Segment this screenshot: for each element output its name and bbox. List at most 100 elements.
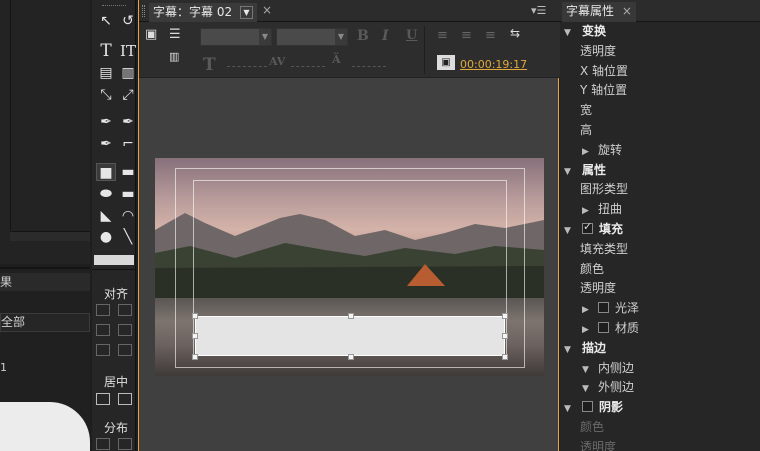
checkbox[interactable] bbox=[598, 322, 609, 333]
align-left-text-icon[interactable]: ≡ bbox=[437, 28, 448, 43]
property-section[interactable]: ▼ 填充 bbox=[564, 220, 623, 237]
panel-gripper[interactable] bbox=[142, 5, 145, 17]
property-item[interactable]: X 轴位置 bbox=[580, 62, 628, 79]
color-swatch[interactable] bbox=[94, 255, 134, 265]
templates-icon[interactable]: ▥ bbox=[169, 50, 187, 64]
property-item[interactable]: 颜色 bbox=[580, 260, 604, 277]
delete-anchor-tool-icon[interactable]: ✒ bbox=[119, 113, 137, 131]
rounded-rectangle-tool-icon[interactable]: ▬ bbox=[119, 163, 137, 181]
distribute-right-icon[interactable] bbox=[118, 438, 132, 450]
property-subgroup[interactable]: ▼ 外侧边 bbox=[582, 378, 634, 395]
collapse-triangle-icon[interactable]: ▶ bbox=[582, 206, 594, 216]
align-right-icon[interactable] bbox=[118, 304, 132, 316]
kerning-field[interactable] bbox=[291, 66, 325, 67]
expand-triangle-icon[interactable]: ▼ bbox=[564, 167, 576, 177]
property-item[interactable]: 高 bbox=[580, 121, 592, 138]
expand-triangle-icon[interactable]: ▼ bbox=[564, 226, 576, 236]
close-tab-icon[interactable]: × bbox=[622, 4, 632, 18]
font-family-dropdown[interactable]: ▼ bbox=[200, 28, 272, 46]
rotation-tool-icon[interactable]: ↺ bbox=[119, 12, 137, 30]
show-background-video-icon[interactable]: ▣ bbox=[437, 55, 455, 70]
convert-anchor-tool-icon[interactable]: ⌐ bbox=[119, 135, 137, 153]
expand-triangle-icon[interactable]: ▼ bbox=[564, 345, 576, 355]
expand-triangle-icon[interactable]: ▼ bbox=[564, 28, 576, 38]
wedge-tool-icon[interactable]: ◣ bbox=[97, 207, 115, 225]
panel-menu-icon[interactable]: ▾☰ bbox=[531, 4, 546, 17]
align-right-text-icon[interactable]: ≡ bbox=[485, 28, 496, 43]
align-bottom-icon[interactable] bbox=[118, 324, 132, 336]
property-section[interactable]: ▼ 描边 bbox=[564, 339, 606, 356]
vertical-type-tool-icon[interactable]: IT bbox=[119, 42, 137, 60]
collapse-triangle-icon[interactable]: ▶ bbox=[582, 147, 594, 157]
expand-triangle-icon[interactable]: ▼ bbox=[582, 384, 594, 394]
property-subgroup[interactable]: ▶ 扭曲 bbox=[582, 200, 622, 217]
title-canvas[interactable] bbox=[155, 158, 544, 376]
checkbox[interactable] bbox=[598, 302, 609, 314]
area-type-tool-icon[interactable]: ▤ bbox=[97, 64, 115, 82]
title-tab[interactable]: 字幕：字幕 02 ▼ bbox=[149, 3, 257, 22]
path-type-tool-icon[interactable]: ⤡ bbox=[97, 86, 115, 104]
property-subgroup[interactable]: ▼ 内侧边 bbox=[582, 359, 634, 376]
horizontal-scrollbar[interactable] bbox=[10, 231, 90, 241]
align-left-icon[interactable] bbox=[96, 304, 110, 316]
checkbox[interactable] bbox=[582, 220, 593, 234]
underline-icon[interactable]: U bbox=[406, 28, 417, 43]
roll-crawl-options-icon[interactable]: ☰ bbox=[169, 27, 185, 43]
resize-handle[interactable] bbox=[192, 333, 198, 339]
expand-triangle-icon[interactable]: ▼ bbox=[582, 365, 594, 375]
leading-field[interactable] bbox=[352, 66, 386, 67]
resize-handle[interactable] bbox=[348, 313, 354, 319]
resize-handle[interactable] bbox=[502, 313, 508, 319]
new-title-icon[interactable]: ▣ bbox=[145, 28, 161, 42]
arc-tool-icon[interactable]: ◠ bbox=[119, 207, 137, 225]
expand-triangle-icon[interactable]: ▼ bbox=[564, 404, 576, 414]
property-item[interactable]: 宽 bbox=[580, 101, 592, 118]
filter-select[interactable]: 全部 bbox=[0, 313, 90, 332]
selection-tool-icon[interactable]: ↖ bbox=[97, 12, 115, 30]
ellipse-tool-icon[interactable]: ● bbox=[97, 228, 115, 246]
timecode-display[interactable]: 00:00:19:17 bbox=[460, 58, 527, 71]
resize-handle[interactable] bbox=[502, 354, 508, 360]
checkbox[interactable] bbox=[582, 401, 593, 413]
property-item[interactable]: 图形类型 bbox=[580, 180, 628, 197]
property-item[interactable]: 透明度 bbox=[580, 279, 616, 296]
collapse-triangle-icon[interactable]: ▶ bbox=[582, 305, 594, 315]
vertical-area-type-tool-icon[interactable]: ▥ bbox=[119, 64, 137, 82]
collapse-triangle-icon[interactable]: ▶ bbox=[582, 325, 594, 335]
resize-handle[interactable] bbox=[192, 313, 198, 319]
font-size-field[interactable] bbox=[227, 66, 267, 67]
resize-handle[interactable] bbox=[502, 333, 508, 339]
distribute-left-icon[interactable] bbox=[96, 438, 110, 450]
property-section[interactable]: ▼ 变换 bbox=[564, 22, 606, 39]
rounded-corner-rectangle-tool-icon[interactable]: ▬ bbox=[119, 185, 137, 203]
effects-panel-tab[interactable]: 果 bbox=[0, 273, 90, 291]
panel-gripper[interactable] bbox=[102, 5, 126, 8]
resize-handle[interactable] bbox=[192, 354, 198, 360]
bold-icon[interactable]: B bbox=[357, 28, 369, 44]
property-subgroup[interactable]: ▶ 材质 bbox=[582, 319, 639, 336]
resize-handle[interactable] bbox=[348, 354, 354, 360]
property-item[interactable]: Y 轴位置 bbox=[580, 81, 627, 98]
property-subgroup[interactable]: ▶ 旋转 bbox=[582, 141, 622, 158]
close-tab-icon[interactable]: × bbox=[262, 3, 272, 17]
align-center-text-icon[interactable]: ≡ bbox=[461, 28, 472, 43]
type-tool-icon[interactable]: T bbox=[97, 42, 115, 60]
center-vertical-icon[interactable] bbox=[118, 393, 132, 405]
property-item[interactable]: 填充类型 bbox=[580, 240, 628, 257]
tab-stops-icon[interactable]: ⇆ bbox=[510, 26, 520, 40]
italic-icon[interactable]: I bbox=[382, 28, 389, 44]
property-item[interactable]: 透明度 bbox=[580, 42, 616, 59]
add-anchor-tool-icon[interactable]: ✒ bbox=[97, 135, 115, 153]
line-tool-icon[interactable]: ╲ bbox=[119, 228, 137, 246]
center-horizontal-icon[interactable] bbox=[96, 393, 110, 405]
vertical-path-type-tool-icon[interactable]: ⤢ bbox=[119, 86, 137, 104]
align-center-h-icon[interactable] bbox=[96, 344, 110, 356]
clipped-corner-rectangle-tool-icon[interactable]: ⬬ bbox=[97, 185, 115, 203]
property-subgroup[interactable]: ▶ 光泽 bbox=[582, 299, 639, 316]
align-top-icon[interactable] bbox=[96, 324, 110, 336]
title-rectangle-object[interactable] bbox=[195, 316, 505, 356]
font-style-dropdown[interactable]: ▼ bbox=[276, 28, 348, 46]
rectangle-tool-icon[interactable]: ■ bbox=[96, 163, 116, 181]
property-section[interactable]: ▼ 属性 bbox=[564, 161, 606, 178]
property-section[interactable]: ▼ 阴影 bbox=[564, 398, 623, 415]
